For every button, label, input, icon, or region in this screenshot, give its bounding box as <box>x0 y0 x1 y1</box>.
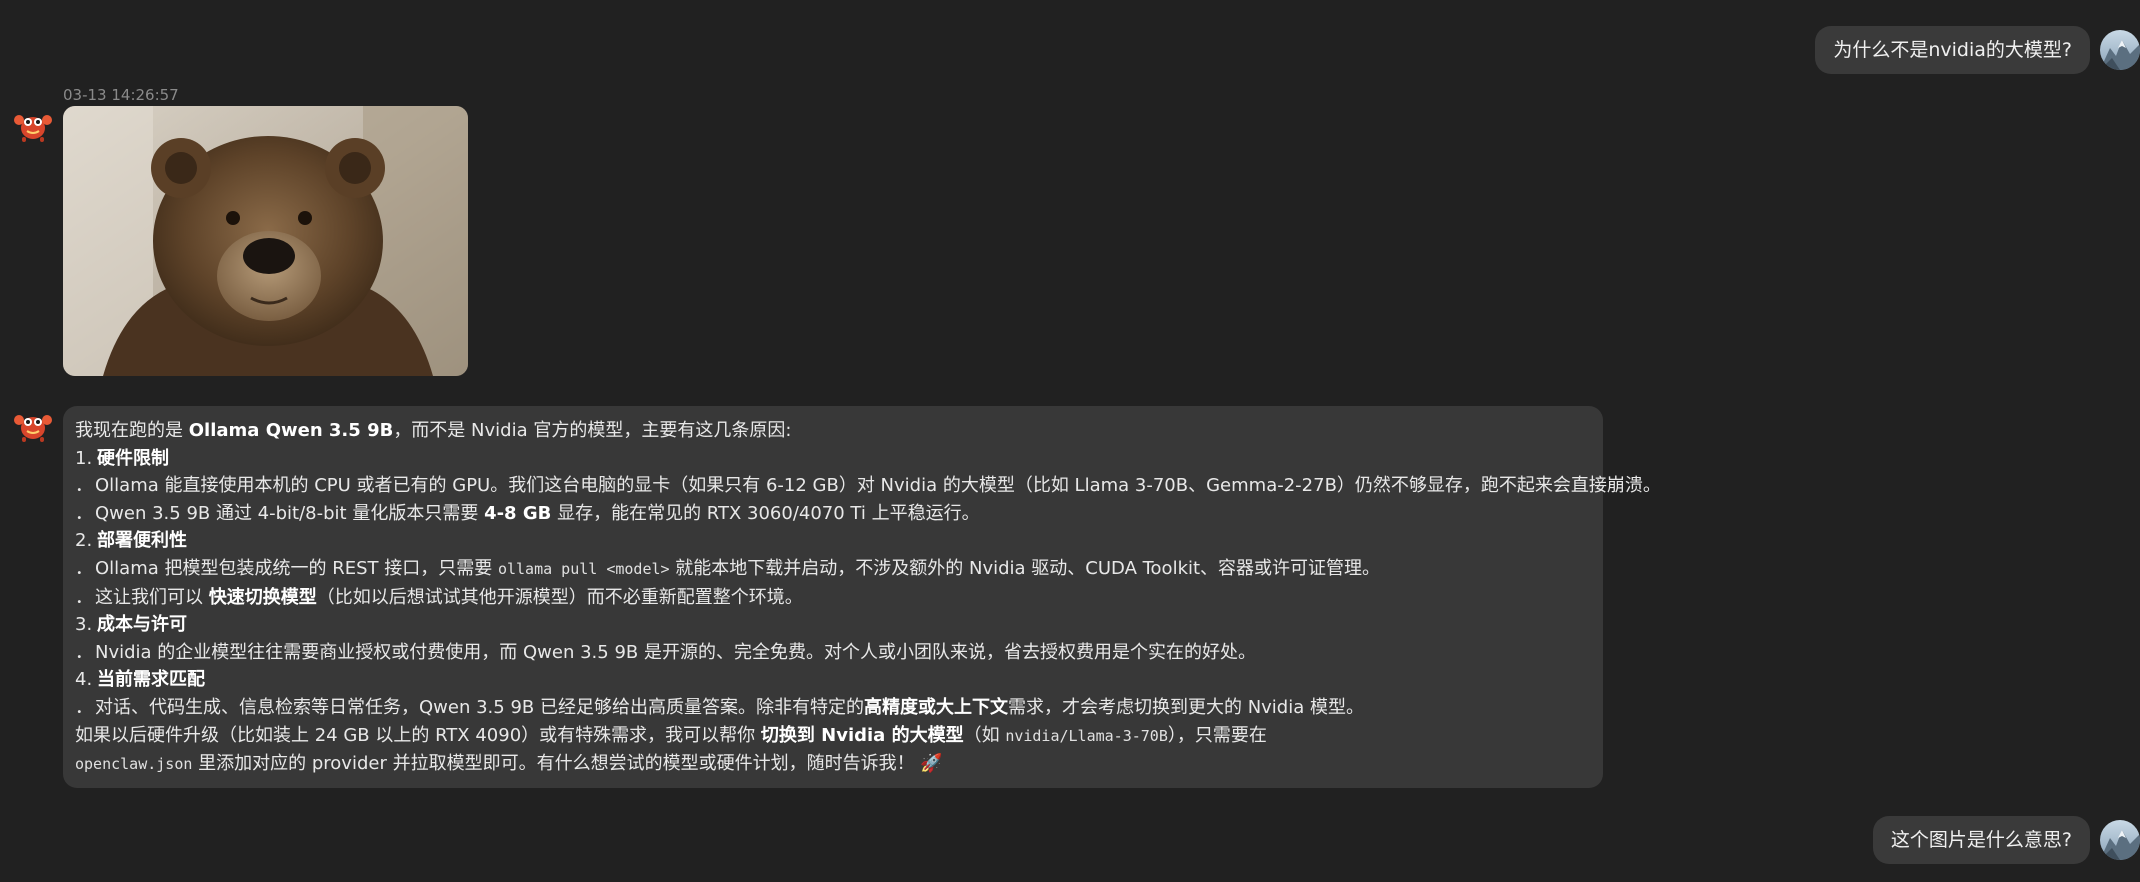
section-3-bullet-1: ． Nvidia 的企业模型往往需要商业授权或付费使用，而 Qwen 3.5 9B… <box>75 641 1256 663</box>
bear-photo <box>63 106 468 376</box>
section-2-bullet-1: ． Ollama 把模型包装成统一的 REST 接口，只需要 ollama pul… <box>75 557 1381 579</box>
answer-outro-line-2: openclaw.json 里添加对应的 provider 并拉取模型即可。有什… <box>75 753 943 775</box>
user-message-row: 为什么不是nvidia的大模型? <box>1815 26 2140 74</box>
bear-image[interactable] <box>63 106 468 376</box>
rocket-icon: 🚀 <box>920 753 943 775</box>
mountain-avatar-icon <box>2100 820 2140 860</box>
message-timestamp: 03-13 14:26:57 <box>63 86 179 104</box>
assistant-message-bubble: 我现在跑的是 Ollama Qwen 3.5 9B，而不是 Nvidia 官方的… <box>63 406 1661 788</box>
user-avatar[interactable] <box>2100 820 2140 860</box>
section-1-bullet-2: ． Qwen 3.5 9B 通过 4-bit/8-bit 量化版本只需要 4-8 … <box>75 502 980 524</box>
section-3-title: 3. 成本与许可 <box>75 614 187 636</box>
answer-intro: 我现在跑的是 Ollama Qwen 3.5 9B，而不是 Nvidia 官方的… <box>75 420 792 441</box>
section-4-bullet-1: ．对话、代码生成、信息检索等日常任务，Qwen 3.5 9B 已经足够给出高质量… <box>75 696 1364 718</box>
chat-window: 为什么不是nvidia的大模型? 03-13 14:26:57 我现在跑的是 O… <box>0 0 2140 882</box>
answer-outro-line-1: 如果以后硬件升级（比如装上 24 GB 以上的 RTX 4090）或有特殊需求，… <box>75 724 1267 746</box>
section-2-bullet-2: ．这让我们可以 快速切换模型（比如以后想试试其他开源模型）而不必重新配置整个环境… <box>75 586 803 608</box>
user-message-row: 这个图片是什么意思? <box>1872 816 2140 864</box>
user-message-bubble: 这个图片是什么意思? <box>1872 816 2090 864</box>
bot-avatar <box>13 104 53 144</box>
bot-avatar <box>13 404 53 444</box>
crab-bot-icon <box>14 115 52 142</box>
section-2-title: 2. 部署便利性 <box>75 530 187 552</box>
section-1-title: 1. 硬件限制 <box>75 447 169 469</box>
mountain-avatar-icon <box>2100 30 2140 70</box>
section-1-bullet-1: ． Ollama 能直接使用本机的 CPU 或者已有的 GPU。我们这台电脑的显卡… <box>75 475 1661 497</box>
user-avatar[interactable] <box>2100 30 2140 70</box>
crab-bot-icon <box>14 415 52 442</box>
user-message-bubble: 为什么不是nvidia的大模型? <box>1815 26 2090 74</box>
section-4-title: 4. 当前需求匹配 <box>75 669 205 691</box>
